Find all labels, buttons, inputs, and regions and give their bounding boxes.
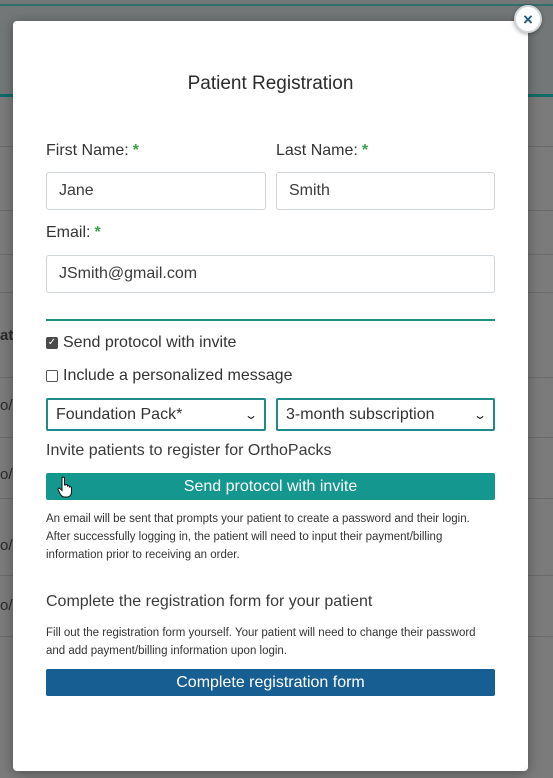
chevron-down-icon: ⌄	[243, 407, 259, 422]
required-marker: *	[132, 142, 139, 159]
section-divider	[46, 319, 495, 321]
hand-cursor-icon	[57, 476, 72, 498]
chevron-down-icon: ⌄	[472, 407, 488, 422]
patient-registration-modal: Patient Registration First Name: * Jane L…	[13, 21, 528, 771]
send-protocol-button[interactable]: Send protocol with invite	[46, 473, 495, 500]
close-icon: ×	[523, 9, 533, 29]
send-protocol-label: Send protocol with invite	[63, 334, 237, 351]
required-marker: *	[94, 224, 101, 241]
background-cell-fragment: o/	[0, 537, 13, 554]
personal-message-checkbox[interactable]	[46, 370, 58, 382]
first-name-value: Jane	[59, 182, 94, 199]
email-value: JSmith@gmail.com	[59, 265, 198, 282]
email-label-text: Email:	[46, 224, 91, 241]
pack-select-value: Foundation Pack*	[56, 405, 183, 423]
send-protocol-option[interactable]: ✓ Send protocol with invite	[46, 334, 236, 352]
personal-message-label: Include a personalized message	[63, 367, 293, 384]
email-input[interactable]: JSmith@gmail.com	[46, 255, 495, 293]
subscription-select-value: 3-month subscription	[286, 405, 435, 423]
background-table-header-fragment: ate	[0, 327, 14, 344]
modal-title: Patient Registration	[187, 73, 354, 94]
background-cell-fragment: o/	[0, 397, 13, 414]
invite-heading: Invite patients to register for OrthoPac…	[46, 442, 332, 459]
background-cell-fragment: o/	[0, 466, 13, 483]
first-name-label: First Name: *	[46, 142, 139, 160]
complete-heading: Complete the registration form for your …	[46, 593, 373, 610]
invite-description: An email will be sent that prompts your …	[46, 513, 470, 561]
last-name-value: Smith	[289, 182, 330, 199]
complete-registration-button[interactable]: Complete registration form	[46, 669, 495, 696]
complete-description: Fill out the registration form yourself.…	[46, 627, 476, 657]
background-top-line	[0, 4, 553, 6]
background-cell-fragment: o/	[0, 597, 13, 614]
personal-message-option[interactable]: Include a personalized message	[46, 367, 292, 385]
pack-select[interactable]: Foundation Pack* ⌄	[46, 398, 266, 431]
required-marker: *	[361, 142, 369, 159]
send-protocol-checkbox[interactable]: ✓	[46, 337, 58, 349]
last-name-label-text: Last Name:	[276, 142, 358, 159]
first-name-input[interactable]: Jane	[46, 172, 266, 210]
close-button[interactable]: ×	[514, 5, 542, 33]
subscription-select[interactable]: 3-month subscription ⌄	[276, 398, 495, 431]
last-name-label: Last Name: *	[276, 142, 368, 160]
email-label: Email: *	[46, 224, 101, 242]
last-name-input[interactable]: Smith	[276, 172, 495, 210]
first-name-label-text: First Name:	[46, 142, 129, 159]
